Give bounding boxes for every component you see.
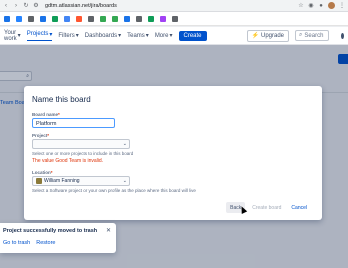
- url-text[interactable]: gdtm.atlassian.net/jira/boards: [45, 3, 117, 9]
- location-select-value: William Fanning: [44, 178, 80, 184]
- restore-link[interactable]: Restore: [36, 240, 55, 246]
- chevron-down-icon: ⌄: [122, 141, 127, 147]
- extension-icon[interactable]: ◉: [308, 3, 314, 9]
- nav-teams-label: Teams: [127, 32, 145, 39]
- nav-more[interactable]: More ▾: [154, 32, 173, 40]
- dialog-title: Name this board: [32, 95, 91, 104]
- top-navigation: Your work ▾ Projects ▾ Filters ▾ Dashboards…: [0, 27, 348, 45]
- nav-more-label: More: [154, 32, 169, 39]
- name-board-dialog: Name this board Board name* Platform Pro…: [24, 86, 322, 220]
- chevron-down-icon: ▾: [145, 33, 149, 39]
- bookmark-item[interactable]: [112, 15, 119, 22]
- nav-dashboards[interactable]: Dashboards ▾: [84, 32, 122, 40]
- required-marker: *: [50, 170, 53, 175]
- menu-icon[interactable]: ⋮: [339, 3, 345, 9]
- bookmark-item[interactable]: [16, 15, 23, 22]
- bookmark-item[interactable]: [124, 15, 131, 22]
- user-avatar-icon: [36, 178, 42, 184]
- bookmark-favicon-icon: [100, 15, 106, 22]
- forward-arrow-icon[interactable]: ›: [13, 3, 19, 9]
- nav-your-work[interactable]: Your work ▾: [4, 30, 21, 42]
- close-icon[interactable]: ✕: [106, 227, 111, 234]
- bookmark-item[interactable]: [64, 15, 71, 22]
- project-help-text: Select one or more projects to include i…: [32, 151, 134, 156]
- create-board-button[interactable]: Create board: [249, 202, 284, 213]
- bookmark-favicon-icon: [40, 15, 46, 22]
- nav-filters-label: Filters: [58, 32, 75, 39]
- back-arrow-icon[interactable]: ‹: [3, 3, 9, 9]
- project-error-message: The value Good Team is invalid.: [32, 158, 104, 164]
- bookmark-item[interactable]: [28, 15, 35, 22]
- toast-message: Project successfully moved to trash: [3, 228, 98, 234]
- nav-filters[interactable]: Filters ▾: [58, 32, 79, 40]
- chevron-down-icon: ⌄: [122, 178, 127, 184]
- bookmark-favicon-icon: [4, 15, 10, 22]
- go-to-trash-link[interactable]: Go to trash: [3, 240, 30, 246]
- bookmark-item[interactable]: [76, 15, 83, 22]
- reload-icon[interactable]: ↻: [23, 3, 29, 9]
- profile-avatar[interactable]: [328, 2, 335, 9]
- bookmark-item[interactable]: [100, 15, 107, 22]
- bookmark-favicon-icon: [76, 15, 82, 22]
- cancel-button[interactable]: Cancel: [288, 202, 310, 213]
- search-icon: ⌕: [299, 32, 303, 38]
- board-name-input[interactable]: Platform: [32, 118, 115, 128]
- bookmark-item[interactable]: [148, 15, 155, 22]
- extension-icon[interactable]: ●: [318, 3, 324, 9]
- location-help-text: Select a Software project or your own pr…: [32, 188, 196, 193]
- bookmark-item[interactable]: [136, 15, 143, 22]
- upgrade-label: Upgrade: [261, 32, 285, 39]
- site-settings-icon[interactable]: ⚙: [33, 3, 39, 9]
- upgrade-button[interactable]: ⚡ Upgrade: [246, 29, 290, 42]
- chevron-down-icon: ▾: [49, 31, 53, 38]
- required-marker: *: [58, 112, 60, 117]
- bookmark-favicon-icon: [64, 15, 70, 22]
- toast-notification: Project successfully moved to trash ✕ Go…: [0, 223, 116, 253]
- chevron-down-icon: ▾: [75, 33, 79, 39]
- bookmark-favicon-icon: [160, 15, 166, 22]
- toast-actions: Go to trash Restore: [3, 240, 55, 246]
- bookmark-favicon-icon: [172, 15, 178, 22]
- bookmark-item[interactable]: [160, 15, 167, 22]
- bookmark-item[interactable]: [172, 15, 179, 22]
- nav-projects-label: Projects: [26, 31, 49, 37]
- notifications-icon[interactable]: [341, 32, 344, 39]
- nav-your-work-label: Your work: [4, 29, 17, 42]
- bookmark-favicon-icon: [124, 15, 130, 22]
- bookmark-favicon-icon: [136, 15, 142, 22]
- chevron-down-icon: ▾: [118, 33, 122, 39]
- search-placeholder: Search: [304, 32, 324, 39]
- bookmark-favicon-icon: [52, 15, 58, 22]
- lightning-icon: ⚡: [251, 33, 259, 39]
- browser-address-bar: ‹ › ↻ ⚙ gdtm.atlassian.net/jira/boards ☆…: [0, 0, 348, 12]
- project-label-text: Project: [32, 133, 48, 138]
- location-label: Location*: [32, 170, 53, 175]
- nav-dashboards-label: Dashboards: [84, 32, 118, 39]
- chevron-down-icon: ▾: [17, 33, 21, 39]
- bookmark-item[interactable]: [52, 15, 59, 22]
- project-select[interactable]: ⌄: [32, 139, 130, 149]
- bookmark-favicon-icon: [112, 15, 118, 22]
- location-select[interactable]: William Fanning ⌄: [32, 176, 130, 186]
- required-marker: *: [47, 133, 50, 138]
- bookmark-item[interactable]: [88, 15, 95, 22]
- bookmark-favicon-icon: [28, 15, 34, 22]
- chevron-down-icon: ▾: [169, 33, 173, 39]
- search-input[interactable]: ⌕ Search: [295, 30, 330, 41]
- project-label: Project*: [32, 133, 49, 138]
- board-name-label: Board name*: [32, 112, 60, 117]
- board-name-label-text: Board name: [32, 112, 59, 117]
- location-label-text: Location: [32, 170, 51, 175]
- nav-teams[interactable]: Teams ▾: [127, 32, 149, 40]
- bookmark-favicon-icon: [88, 15, 94, 22]
- bookmark-item[interactable]: [4, 15, 11, 22]
- nav-projects[interactable]: Projects ▾: [26, 31, 53, 41]
- bookmarks-bar: [0, 12, 348, 26]
- create-button[interactable]: Create: [178, 30, 207, 41]
- bookmark-item[interactable]: [40, 15, 47, 22]
- bookmark-favicon-icon: [148, 15, 154, 22]
- bookmark-star-icon[interactable]: ☆: [298, 3, 304, 9]
- bookmark-favicon-icon: [16, 15, 22, 22]
